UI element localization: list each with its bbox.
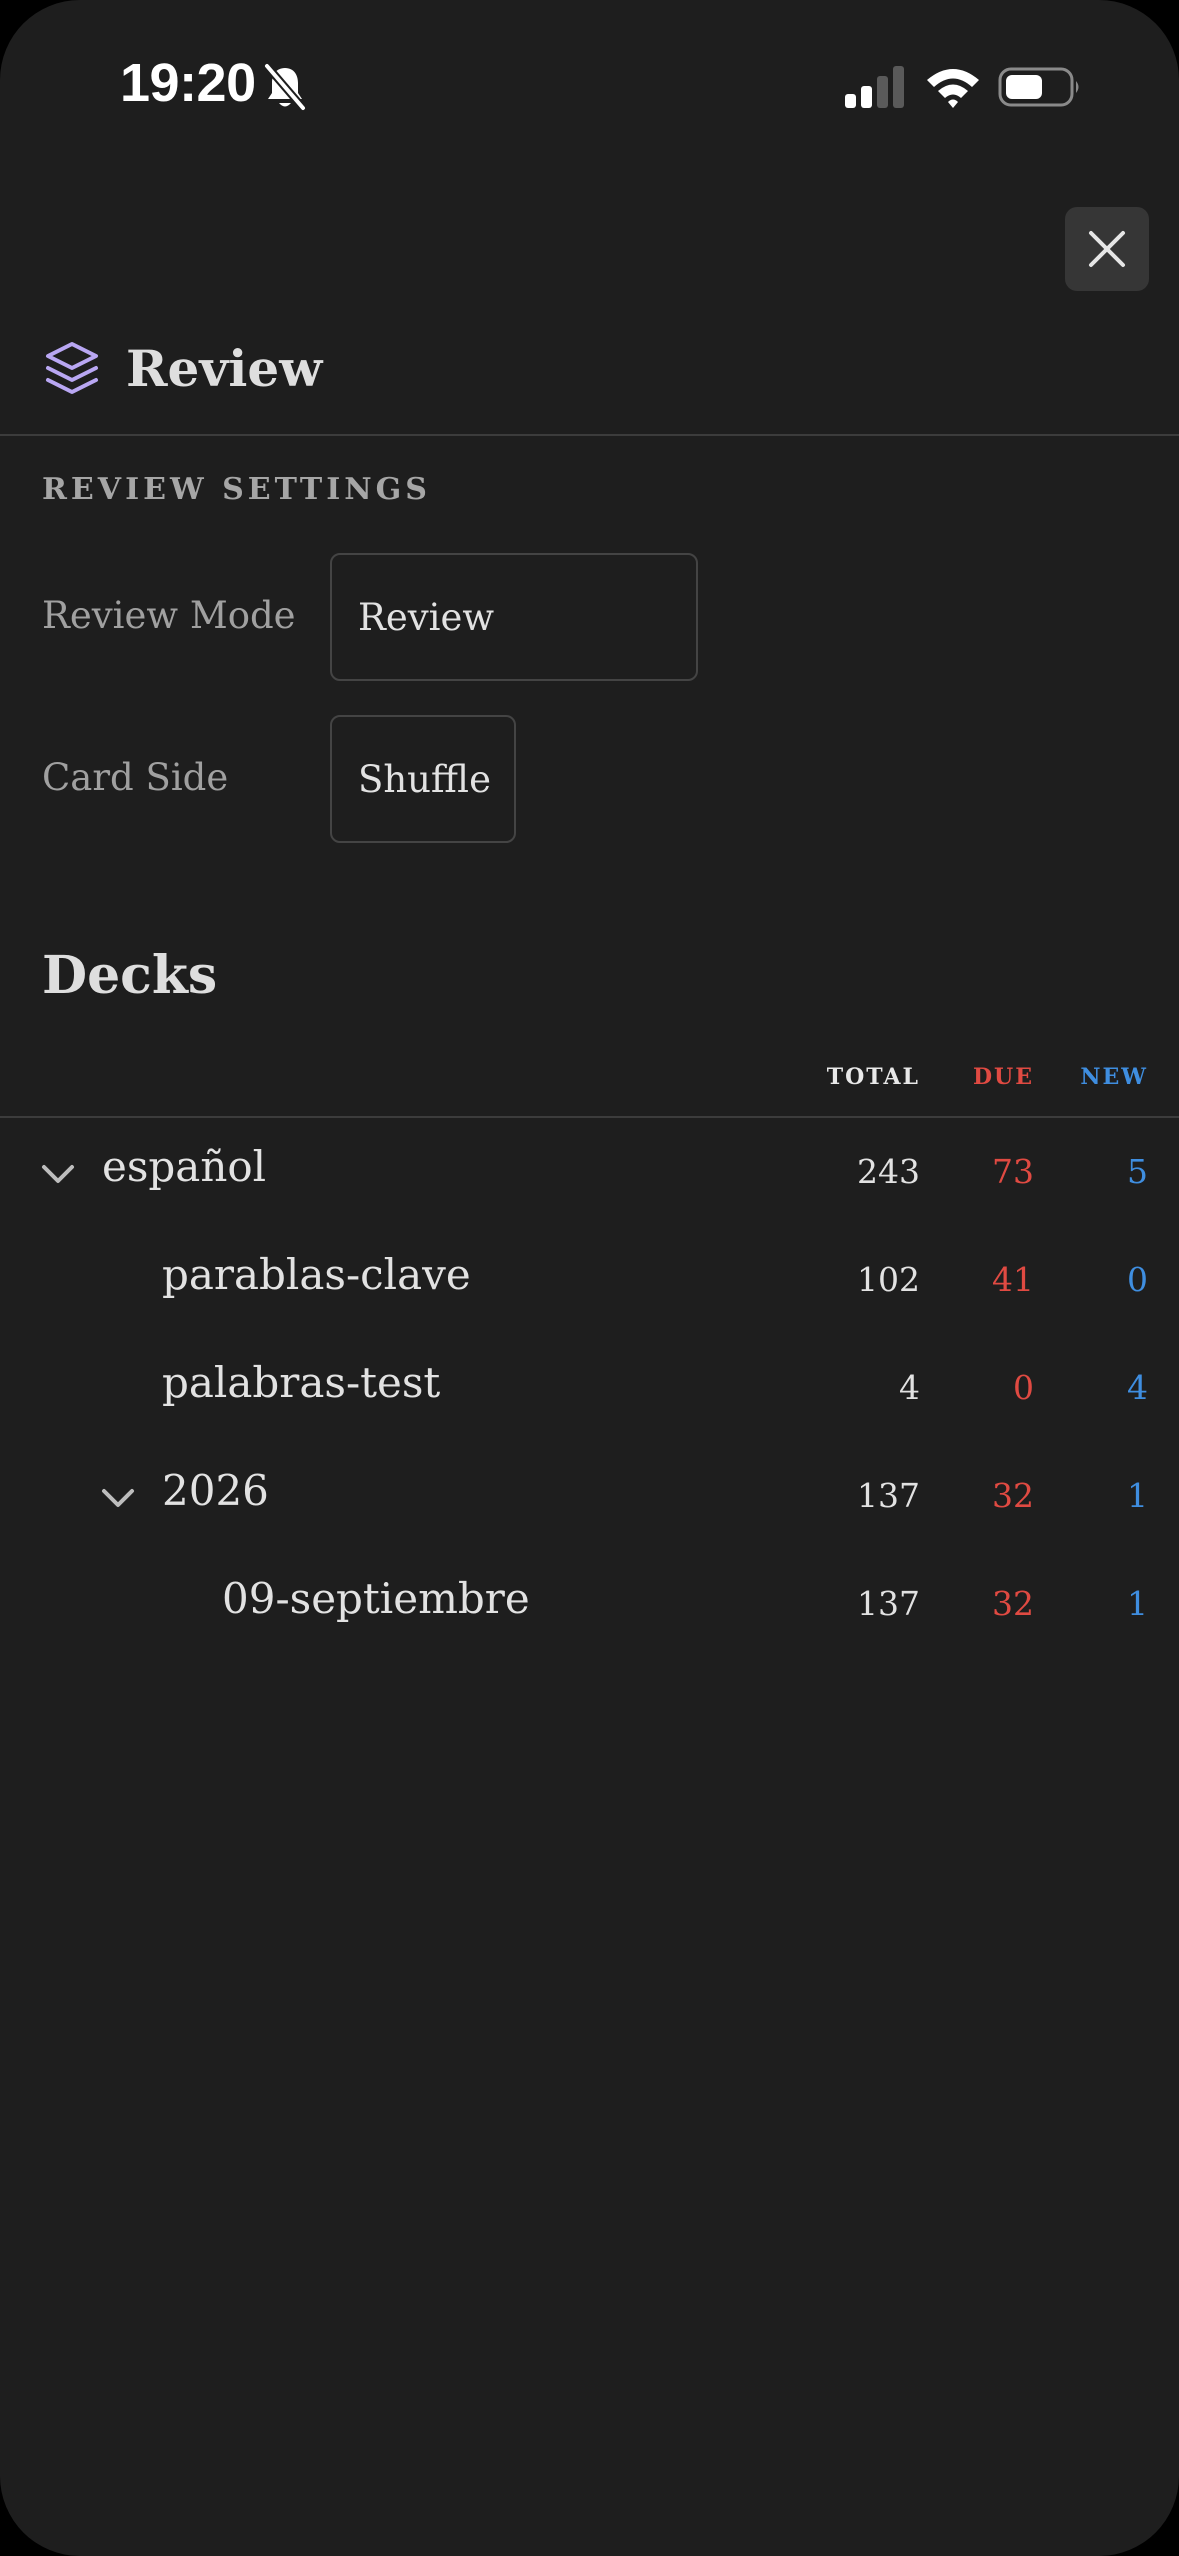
deck-row-2026[interactable]: 2026 137 32 1 <box>0 1444 1179 1552</box>
deck-total: 137 <box>857 1476 920 1515</box>
review-mode-label: Review Mode <box>42 594 296 637</box>
phone-screen: 19:20 Review REVIEW SETTINGS Review Mode… <box>0 0 1179 2556</box>
deck-new: 0 <box>1127 1260 1148 1299</box>
deck-new: 1 <box>1127 1476 1148 1515</box>
deck-row-parablas-clave[interactable]: parablas-clave 102 41 0 <box>0 1228 1179 1336</box>
chevron-down-icon[interactable] <box>38 1154 78 1194</box>
deck-row-palabras-test[interactable]: palabras-test 4 0 4 <box>0 1336 1179 1444</box>
deck-row-09-septiembre[interactable]: 09-septiembre 137 32 1 <box>0 1552 1179 1660</box>
wifi-icon <box>927 69 979 108</box>
deck-due: 0 <box>1013 1368 1034 1407</box>
review-settings-heading: REVIEW SETTINGS <box>42 472 431 507</box>
bell-slash-icon <box>263 63 307 111</box>
decks-header-divider <box>0 1116 1179 1118</box>
page-title: Review <box>126 338 323 398</box>
cellular-signal-icon <box>845 66 904 108</box>
deck-total: 4 <box>899 1368 920 1407</box>
column-header-new: NEW <box>1080 1064 1148 1090</box>
deck-name: español <box>102 1142 267 1191</box>
header-divider <box>0 434 1179 436</box>
deck-new: 1 <box>1127 1584 1148 1623</box>
card-side-select[interactable]: Shuffle <box>330 715 516 843</box>
review-mode-value: Review <box>358 595 495 639</box>
deck-name: 2026 <box>162 1466 269 1515</box>
deck-name: palabras-test <box>162 1358 441 1407</box>
battery-icon <box>998 67 1079 107</box>
deck-total: 137 <box>857 1584 920 1623</box>
deck-due: 32 <box>992 1476 1034 1515</box>
close-icon <box>1089 231 1125 267</box>
deck-due: 32 <box>992 1584 1034 1623</box>
chevron-down-icon[interactable] <box>98 1478 138 1518</box>
deck-total: 102 <box>857 1260 920 1299</box>
deck-new: 5 <box>1127 1152 1148 1191</box>
page-header: Review <box>42 336 322 400</box>
deck-new: 4 <box>1127 1368 1148 1407</box>
card-side-value: Shuffle <box>358 757 492 801</box>
status-time: 19:20 <box>120 53 256 113</box>
card-side-label: Card Side <box>42 756 229 799</box>
decks-heading: Decks <box>42 945 218 1006</box>
review-mode-select[interactable]: Review <box>330 553 698 681</box>
deck-name: parablas-clave <box>162 1250 471 1299</box>
layers-icon <box>46 342 98 394</box>
deck-total: 243 <box>857 1152 920 1191</box>
deck-name: 09-septiembre <box>222 1574 530 1623</box>
deck-row-espanol[interactable]: español 243 73 5 <box>0 1120 1179 1228</box>
deck-due: 73 <box>992 1152 1034 1191</box>
close-button[interactable] <box>1065 207 1149 291</box>
deck-due: 41 <box>992 1260 1034 1299</box>
